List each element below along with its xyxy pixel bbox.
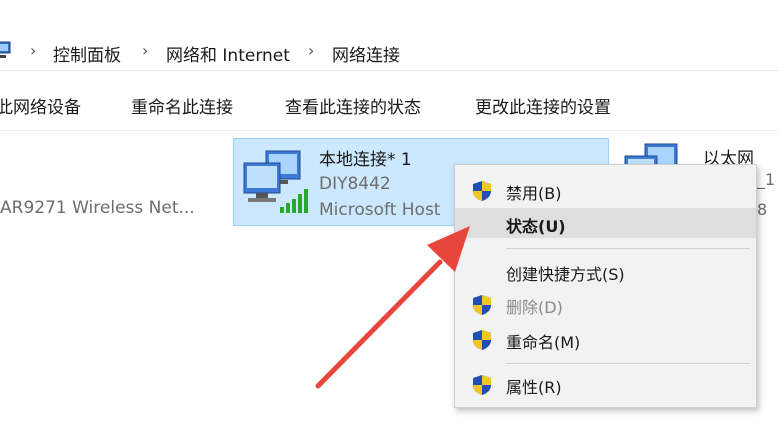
diagnose-device-button[interactable]: 此网络设备 bbox=[0, 93, 81, 118]
breadcrumb-network-internet[interactable]: 网络和 Internet bbox=[166, 41, 290, 66]
menu-item-label: 创建快捷方式(S) bbox=[506, 265, 625, 284]
breadcrumb-control-panel[interactable]: 控制面板 bbox=[53, 41, 121, 66]
menu-item-label: 重命名(M) bbox=[506, 333, 581, 352]
shield-icon bbox=[473, 375, 491, 395]
breadcrumb-separator: › bbox=[30, 41, 37, 60]
shield-icon bbox=[473, 295, 491, 315]
menu-separator bbox=[506, 363, 750, 364]
menu-item-rename[interactable]: 重命名(M) bbox=[455, 324, 756, 354]
menu-item-label: 属性(R) bbox=[506, 378, 562, 397]
menu-separator bbox=[506, 248, 750, 249]
menu-item-delete[interactable]: 删除(D) bbox=[455, 289, 756, 319]
menu-item-label: 状态(U) bbox=[506, 217, 566, 236]
view-status-button[interactable]: 查看此连接的状态 bbox=[285, 93, 421, 118]
command-toolbar: 此网络设备 重命名此连接 查看此连接的状态 更改此连接的设置 bbox=[0, 82, 779, 131]
adapter-status-fragment: _1 bbox=[757, 170, 776, 189]
signal-strength-icon bbox=[280, 189, 308, 213]
menu-item-create-shortcut[interactable]: 创建快捷方式(S) bbox=[455, 256, 756, 286]
breadcrumb-network-connections[interactable]: 网络连接 bbox=[332, 41, 400, 66]
adapter-ssid: DIY8442 bbox=[319, 174, 391, 194]
menu-item-properties[interactable]: 属性(R) bbox=[455, 369, 756, 399]
breadcrumb-separator: › bbox=[308, 41, 315, 60]
network-connections-icon bbox=[0, 41, 11, 58]
adapter-name: 本地连接* 1 bbox=[319, 150, 412, 170]
address-bar[interactable]: › 控制面板 › 网络和 Internet › 网络连接 bbox=[0, 32, 779, 71]
adapter-wireless-device[interactable]: AR9271 Wireless Net... bbox=[0, 198, 195, 218]
rename-connection-button[interactable]: 重命名此连接 bbox=[131, 93, 233, 118]
menu-item-label: 禁用(B) bbox=[506, 184, 562, 203]
shield-icon bbox=[473, 330, 491, 350]
breadcrumb-separator: › bbox=[142, 41, 149, 60]
adapter-device: Microsoft Host bbox=[319, 200, 441, 220]
change-settings-button[interactable]: 更改此连接的设置 bbox=[475, 93, 611, 118]
menu-item-status[interactable]: 状态(U) bbox=[455, 208, 756, 238]
adapter-device-fragment: 8 bbox=[757, 200, 768, 219]
menu-item-label: 删除(D) bbox=[506, 298, 563, 317]
shield-icon bbox=[473, 181, 491, 201]
menu-item-disable[interactable]: 禁用(B) bbox=[455, 175, 756, 205]
context-menu: 禁用(B) 状态(U) 创建快捷方式(S) 删除(D) 重命名(M) 属性(R) bbox=[454, 164, 757, 408]
